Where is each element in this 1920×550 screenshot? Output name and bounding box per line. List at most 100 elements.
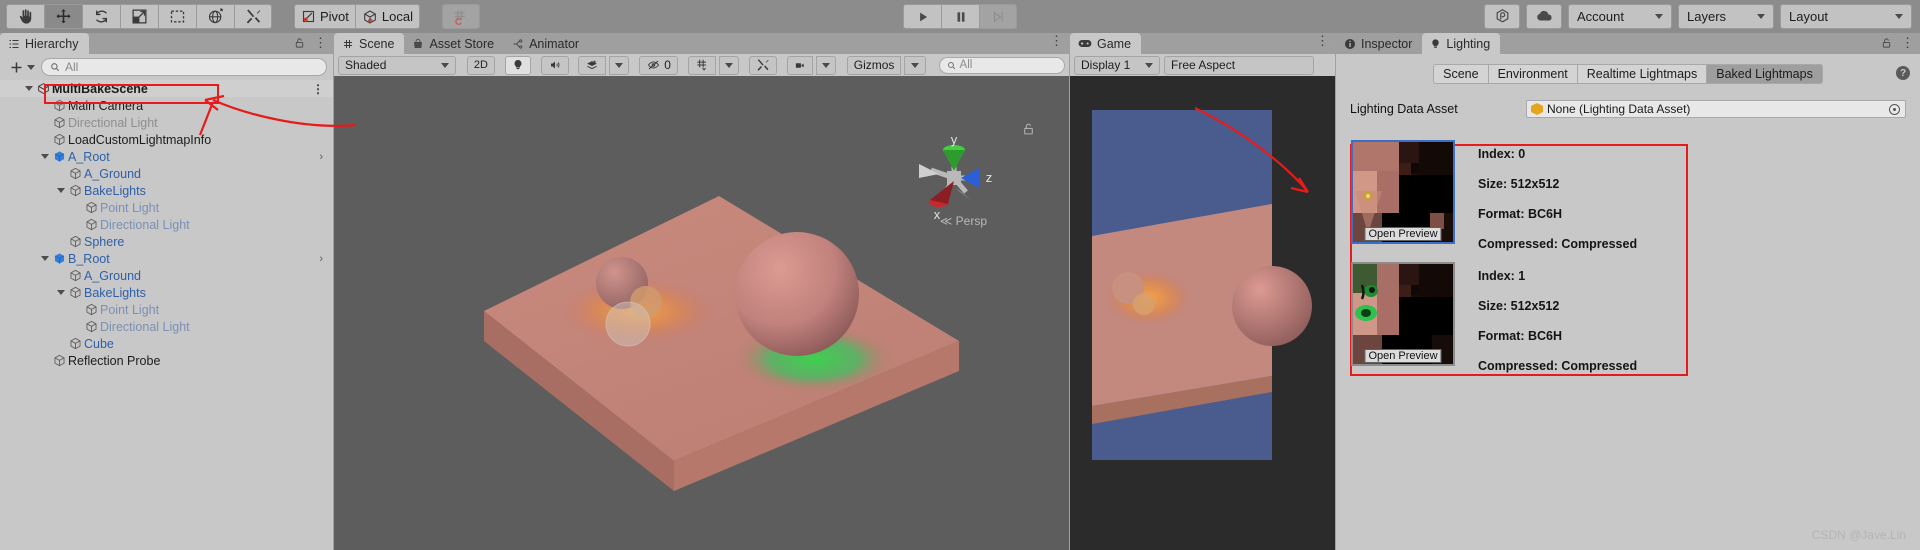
scene-fx-button[interactable] <box>578 55 607 75</box>
lighting-subtab-scene[interactable]: Scene <box>1433 64 1488 84</box>
scene-fx-dropdown[interactable] <box>609 55 630 75</box>
scene-viewport[interactable]: y z x ≪ Persp <box>334 76 1069 550</box>
tab-inspector-label: Inspector <box>1361 36 1413 51</box>
tab-hierarchy[interactable]: Hierarchy <box>0 33 89 54</box>
scene-context-menu-icon[interactable]: ⋮ <box>312 83 324 95</box>
transform-tool-button[interactable] <box>196 4 234 29</box>
move-tool-button[interactable] <box>44 4 82 29</box>
tab-asset-store-label: Asset Store <box>429 36 495 51</box>
rotate-tool-button[interactable] <box>82 4 120 29</box>
gizmos-dropdown[interactable] <box>904 55 927 75</box>
scene-hidden-objects-button[interactable]: 0 <box>639 55 678 75</box>
playmode-controls <box>903 4 1017 29</box>
local-button[interactable]: Local <box>354 4 420 29</box>
hand-tool-button[interactable] <box>6 4 44 29</box>
chevron-down-icon <box>441 62 450 68</box>
lightmap-thumbnail[interactable]: Open Preview <box>1351 262 1455 366</box>
hierarchy-item-loadcustomlightmapinfo[interactable]: LoadCustomLightmapInfo <box>0 131 333 148</box>
lighting-data-asset-row: Lighting Data Asset None (Lighting Data … <box>1336 100 1920 118</box>
hierarchy-menu-icon[interactable]: ⋮ <box>314 36 327 49</box>
hierarchy-item-directional-light[interactable]: Directional Light <box>0 114 333 131</box>
hierarchy-item-directional-light[interactable]: Directional Light <box>0 216 333 233</box>
hierarchy-item-point-light[interactable]: Point Light <box>0 301 333 318</box>
scene-menu-icon[interactable]: ⋮ <box>1050 34 1063 47</box>
draw-mode-dropdown[interactable]: Shaded <box>338 55 457 75</box>
lighting-menu-icon[interactable]: ⋮ <box>1901 36 1914 49</box>
pivot-button[interactable]: Pivot <box>294 4 355 29</box>
hierarchy-item-directional-light[interactable]: Directional Light <box>0 318 333 335</box>
collab-button[interactable] <box>1484 4 1520 29</box>
layout-dropdown[interactable]: Layout <box>1780 4 1912 29</box>
draw-mode-label: Shaded <box>345 58 387 72</box>
grid-snap-button[interactable] <box>441 4 480 29</box>
hierarchy-item-cube[interactable]: Cube <box>0 335 333 352</box>
scene-camera-button[interactable] <box>787 55 814 75</box>
lighting-subtab-realtime-lightmaps[interactable]: Realtime Lightmaps <box>1576 64 1707 84</box>
2d-toggle-button[interactable]: 2D <box>466 55 495 75</box>
lightmap-thumbnail[interactable]: Open Preview <box>1351 140 1455 244</box>
hierarchy-item-label: LoadCustomLightmapInfo <box>68 132 212 147</box>
tab-inspector[interactable]: Inspector <box>1336 33 1422 54</box>
tab-animator[interactable]: Animator <box>504 33 589 54</box>
help-icon[interactable]: ? <box>1896 66 1910 80</box>
hierarchy-item-a-ground[interactable]: A_Ground <box>0 165 333 182</box>
tab-lighting[interactable]: Lighting <box>1422 33 1501 54</box>
disclosure-triangle-icon[interactable] <box>38 256 51 261</box>
prefab-open-chevron-icon[interactable]: › <box>319 253 323 265</box>
scene-lighting-toggle[interactable] <box>504 55 531 75</box>
hierarchy-item-sphere[interactable]: Sphere <box>0 233 333 250</box>
scene-lock-icon[interactable] <box>1022 122 1035 136</box>
scene-grid-dropdown[interactable] <box>718 55 739 75</box>
scene-camera-dropdown[interactable] <box>816 55 837 75</box>
scene-grid-button[interactable] <box>687 55 716 75</box>
scene-search-input[interactable]: All <box>938 56 1065 74</box>
open-preview-button[interactable]: Open Preview <box>1364 227 1442 241</box>
lighting-subtab-baked-lightmaps[interactable]: Baked Lightmaps <box>1706 64 1823 84</box>
hierarchy-item-b-root[interactable]: B_Root › <box>0 250 333 267</box>
hierarchy-item-point-light[interactable]: Point Light <box>0 199 333 216</box>
scale-tool-button[interactable] <box>120 4 158 29</box>
tab-game[interactable]: Game <box>1070 33 1142 54</box>
lighting-subtabs[interactable]: Scene Environment Realtime Lightmaps Baked … <box>1336 64 1920 84</box>
scene-audio-toggle[interactable] <box>540 55 569 75</box>
disclosure-triangle-icon[interactable] <box>54 290 67 295</box>
hierarchy-item-bakelights[interactable]: BakeLights <box>0 284 333 301</box>
hierarchy-item-bakelights[interactable]: BakeLights <box>0 182 333 199</box>
prefab-open-chevron-icon[interactable]: › <box>319 151 323 163</box>
open-preview-button[interactable]: Open Preview <box>1364 349 1442 363</box>
scene-tools-button[interactable] <box>749 55 778 75</box>
hierarchy-search-placeholder: All <box>65 60 79 74</box>
lighting-subtab-environment[interactable]: Environment <box>1487 64 1577 84</box>
create-object-button[interactable] <box>6 59 38 76</box>
disclosure-triangle-icon[interactable] <box>22 86 35 91</box>
display-dropdown[interactable]: Display 1 <box>1074 55 1160 75</box>
cloud-button[interactable] <box>1526 4 1562 29</box>
hierarchy-item-reflection-probe[interactable]: Reflection Probe <box>0 352 333 369</box>
hierarchy-search-input[interactable]: All <box>41 58 327 76</box>
play-button[interactable] <box>903 4 941 29</box>
rect-tool-button[interactable] <box>158 4 196 29</box>
gameobject-icon <box>83 320 100 333</box>
tab-asset-store[interactable]: Asset Store <box>404 33 504 54</box>
account-dropdown[interactable]: Account <box>1568 4 1672 29</box>
layers-dropdown[interactable]: Layers <box>1678 4 1774 29</box>
pause-button[interactable] <box>941 4 979 29</box>
game-menu-icon[interactable]: ⋮ <box>1316 34 1329 47</box>
object-picker-icon[interactable] <box>1889 103 1900 115</box>
lightmap-index: Index: 0 <box>1478 147 1526 161</box>
aspect-dropdown[interactable]: Free Aspect <box>1164 55 1314 75</box>
scene-projection-mode[interactable]: ≪ Persp <box>940 214 987 228</box>
lighting-data-asset-field[interactable]: None (Lighting Data Asset) <box>1526 100 1906 118</box>
disclosure-triangle-icon[interactable] <box>38 154 51 159</box>
tab-scene[interactable]: Scene <box>334 33 405 54</box>
hierarchy-tree[interactable]: MultiBakeScene ⋮ Main Camera Directional Li… <box>0 80 333 369</box>
hierarchy-item-a-root[interactable]: A_Root › <box>0 148 333 165</box>
gizmos-button[interactable]: Gizmos <box>846 55 902 75</box>
game-viewport[interactable] <box>1070 76 1335 550</box>
step-button[interactable] <box>979 4 1017 29</box>
lock-icon[interactable] <box>1881 37 1892 49</box>
disclosure-triangle-icon[interactable] <box>54 188 67 193</box>
custom-tool-button[interactable] <box>234 4 272 29</box>
lock-icon[interactable] <box>294 37 305 49</box>
hierarchy-item-a-ground[interactable]: A_Ground <box>0 267 333 284</box>
